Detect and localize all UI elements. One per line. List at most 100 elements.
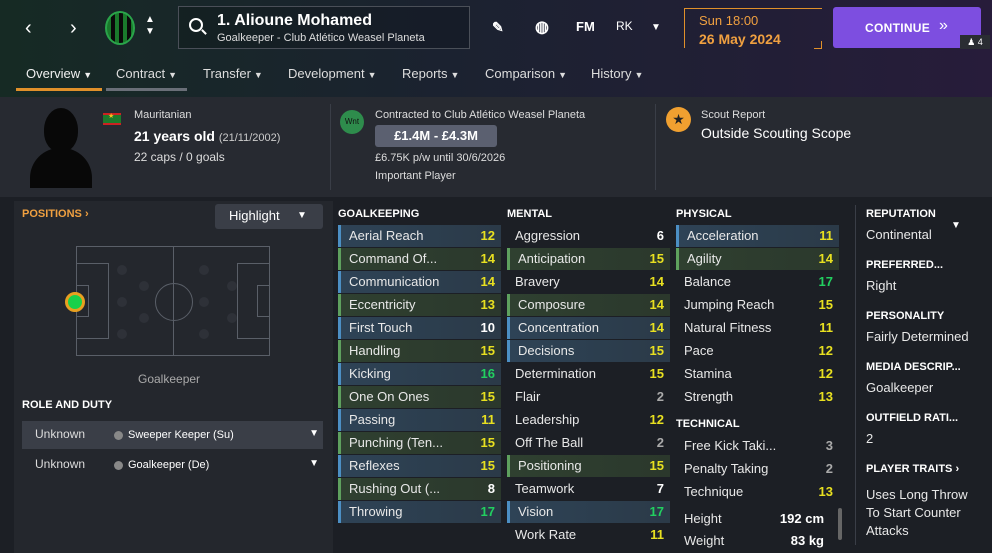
attribute-name: Balance <box>684 274 731 289</box>
mental-attribute-row[interactable]: Decisions 15 <box>507 340 670 362</box>
player-subtitle: Goalkeeper - Club Atlético Weasel Planet… <box>217 32 425 44</box>
search-icon[interactable] <box>189 18 203 32</box>
scout-report-value[interactable]: Outside Scouting Scope <box>701 125 851 141</box>
attribute-value: 17 <box>480 504 495 519</box>
fm-icon[interactable]: FM <box>576 19 595 34</box>
duty-select[interactable]: Goalkeeper (De) <box>114 459 209 471</box>
position-slot <box>139 313 149 323</box>
mental-attribute-row[interactable]: Vision 17 <box>507 501 670 523</box>
physical-attribute-row[interactable]: Agility 14 <box>676 248 839 270</box>
goalkeeping-attribute-row[interactable]: Eccentricity 13 <box>338 294 501 316</box>
initials-button[interactable]: RK <box>616 19 633 33</box>
role-name: Unknown <box>35 427 86 441</box>
goalkeeping-attribute-row[interactable]: One On Ones 15 <box>338 386 501 408</box>
mental-attribute-row[interactable]: Concentration 14 <box>507 317 670 339</box>
forward-arrow-icon[interactable]: › <box>70 16 77 40</box>
reputation-title[interactable]: REPUTATION <box>866 208 976 220</box>
tab-contract[interactable]: Contract ▼ <box>106 62 188 91</box>
pencil-icon[interactable]: ✎ <box>492 19 504 36</box>
back-arrow-icon[interactable]: ‹ <box>25 16 32 40</box>
goalkeeping-attribute-row[interactable]: Handling 15 <box>338 340 501 362</box>
physical-attribute-row[interactable]: Acceleration 11 <box>676 225 839 247</box>
attribute-value: 11 <box>481 412 495 427</box>
goalkeeping-title: GOALKEEPING <box>338 208 420 220</box>
mental-attribute-row[interactable]: Determination 15 <box>507 363 670 385</box>
age-text: 21 years old <box>134 128 215 144</box>
physical-attribute-row[interactable]: Jumping Reach 15 <box>676 294 839 316</box>
tab-transfer[interactable]: Transfer ▼ <box>193 62 273 91</box>
pitch-diagram <box>76 246 270 356</box>
tab-history[interactable]: History ▼ <box>581 62 653 91</box>
tab-comparison[interactable]: Comparison ▼ <box>475 62 577 91</box>
physical-attribute-row[interactable]: Stamina 12 <box>676 363 839 385</box>
player-avatar <box>26 108 96 188</box>
goalkeeping-attribute-row[interactable]: Throwing 17 <box>338 501 501 523</box>
preferred-foot-title: PREFERRED... <box>866 259 944 271</box>
goalkeeping-attribute-row[interactable]: Aerial Reach 12 <box>338 225 501 247</box>
mauritania-flag-icon[interactable] <box>103 112 121 125</box>
goalkeeping-attribute-row[interactable]: Passing 11 <box>338 409 501 431</box>
physical-attribute-row[interactable]: Natural Fitness 11 <box>676 317 839 339</box>
attribute-value: 14 <box>649 297 664 312</box>
transfer-value-badge[interactable]: £1.4M - £4.3M <box>375 125 497 147</box>
role-duty-row[interactable]: Unknown Sweeper Keeper (Su) ▼ <box>22 421 323 449</box>
divider <box>330 104 331 190</box>
attribute-value: 2 <box>656 435 664 450</box>
mental-attribute-row[interactable]: Positioning 15 <box>507 455 670 477</box>
mental-attribute-row[interactable]: Bravery 14 <box>507 271 670 293</box>
goalkeeping-attribute-row[interactable]: Kicking 16 <box>338 363 501 385</box>
duty-select[interactable]: Sweeper Keeper (Su) <box>114 429 234 441</box>
media-description-value: Goalkeeper <box>866 380 934 395</box>
physical-attribute-row[interactable]: Strength 13 <box>676 386 839 408</box>
goalkeeping-attribute-row[interactable]: Rushing Out (... 8 <box>338 478 501 500</box>
personality-title: PERSONALITY <box>866 310 945 322</box>
personality-value: Fairly Determined <box>866 329 969 344</box>
globe-icon[interactable]: ◍ <box>535 17 549 37</box>
attribute-name: Handling <box>349 343 401 358</box>
up-down-chevron-icon[interactable]: ▲ ▼ <box>145 14 155 38</box>
goalkeeper-position-marker[interactable] <box>65 292 85 312</box>
continue-button[interactable]: CONTINUE » <box>833 7 981 48</box>
goalkeeping-attribute-row[interactable]: Communication 14 <box>338 271 501 293</box>
technical-attribute-row[interactable]: Technique 13 <box>676 481 839 503</box>
player-traits-link[interactable]: PLAYER TRAITS › <box>866 463 976 475</box>
date-display[interactable]: Sun 18:00 26 May 2024 <box>684 8 822 49</box>
role-duty-row[interactable]: Unknown Goalkeeper (De) ▼ <box>22 451 323 479</box>
physical-attribute-row[interactable]: Pace 12 <box>676 340 839 362</box>
chevron-down-icon[interactable]: ▼ <box>651 22 661 33</box>
attribute-value: 16 <box>480 366 495 381</box>
mental-attribute-row[interactable]: Work Rate 11 <box>507 524 670 546</box>
goalkeeping-attribute-row[interactable]: Command Of... 14 <box>338 248 501 270</box>
positions-link[interactable]: POSITIONS › <box>22 208 89 220</box>
mental-attribute-row[interactable]: Composure 14 <box>507 294 670 316</box>
club-logo[interactable] <box>105 11 135 45</box>
goalkeeping-attribute-row[interactable]: Reflexes 15 <box>338 455 501 477</box>
highlight-dropdown[interactable]: Highlight ▼ <box>215 204 323 229</box>
player-search-box[interactable]: 1. Alioune Mohamed Goalkeeper - Club Atl… <box>178 6 470 49</box>
technical-attribute-row[interactable]: Free Kick Taki... 3 <box>676 435 839 457</box>
goalkeeping-attribute-row[interactable]: Punching (Ten... 15 <box>338 432 501 454</box>
mental-attribute-row[interactable]: Leadership 12 <box>507 409 670 431</box>
mental-attribute-row[interactable]: Aggression 6 <box>507 225 670 247</box>
attribute-value: 13 <box>480 297 495 312</box>
nationality[interactable]: Mauritanian <box>134 109 191 121</box>
tab-label: Overview <box>26 66 81 81</box>
technical-attribute-row[interactable]: Penalty Taking 2 <box>676 458 839 480</box>
physical-attribute-row[interactable]: Balance 17 <box>676 271 839 293</box>
wanted-badge-icon[interactable]: Wnt <box>340 110 364 134</box>
goalkeeping-attribute-row[interactable]: First Touch 10 <box>338 317 501 339</box>
mental-attribute-row[interactable]: Teamwork 7 <box>507 478 670 500</box>
mental-attribute-row[interactable]: Off The Ball 2 <box>507 432 670 454</box>
tab-development[interactable]: Development ▼ <box>278 62 387 91</box>
mental-attribute-row[interactable]: Flair 2 <box>507 386 670 408</box>
mental-attribute-row[interactable]: Anticipation 15 <box>507 248 670 270</box>
attribute-value: 15 <box>480 389 495 404</box>
attribute-name: Vision <box>518 504 554 519</box>
player-traits-value: Uses Long Throw To Start Counter Attacks <box>866 487 968 538</box>
scrollbar[interactable] <box>838 508 842 540</box>
attribute-name: Throwing <box>349 504 403 519</box>
tab-reports[interactable]: Reports ▼ <box>392 62 469 91</box>
tab-overview[interactable]: Overview ▼ <box>16 62 103 91</box>
contracted-to[interactable]: Contracted to Club Atlético Weasel Plane… <box>375 109 585 121</box>
attribute-value: 10 <box>480 320 495 335</box>
